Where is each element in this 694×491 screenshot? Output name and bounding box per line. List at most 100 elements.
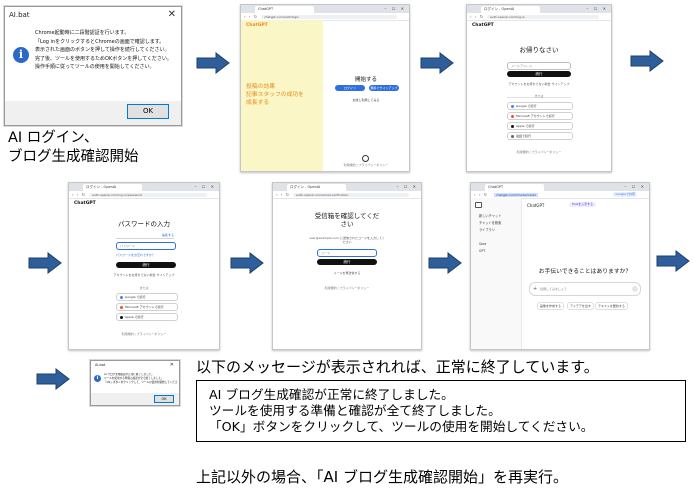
sidebar-toggle-icon[interactable] xyxy=(475,202,482,208)
apple-login-button[interactable]: Apple で続行 xyxy=(507,122,573,130)
microsoft-icon xyxy=(120,305,123,309)
signup-text[interactable]: アカウントをお持ちでない場合 サインアップ xyxy=(103,273,185,277)
chat-input[interactable]: 質問してみましょう + xyxy=(529,282,641,296)
signup-text[interactable]: アカウントをお持ちでない場合 サインアップ xyxy=(497,82,581,86)
ok-button[interactable]: OK xyxy=(127,104,169,119)
continue-button[interactable]: 続行 xyxy=(507,71,571,77)
google-login-button[interactable]: Google で続行 xyxy=(507,102,573,110)
sidebar: 新しいチャット チャットを検索 ライブラリ Sora GPT xyxy=(471,198,522,349)
footer-links[interactable]: 利用規約 | プライバシーポリシー xyxy=(467,150,611,154)
share-button[interactable]: Googleで共有 xyxy=(613,192,637,197)
page-content: ChatGPT お帰りなさい メールアドレス 続行 アカウントをお持ちでない場合… xyxy=(467,20,611,171)
browser-tabbar: ChatGPT – ☐ ✕ xyxy=(471,183,649,191)
caption-line: ブログ生成確認開始 xyxy=(8,149,139,165)
plus-icon[interactable]: + xyxy=(533,283,537,295)
provider-label: Google で続行 xyxy=(125,295,146,299)
arrow-right-icon xyxy=(36,368,70,390)
phone-login-button[interactable]: 電話で続行 xyxy=(507,132,573,140)
logo: ChatGPT xyxy=(472,23,494,28)
url-field[interactable]: auth.openai.com/log-in xyxy=(487,14,599,19)
completion-dialog: AI.bat ✕ i AI ブログ生成確認が正常に終了しました。 ツールを使用す… xyxy=(90,360,180,406)
footer-links[interactable]: 利用規約 | プライバシーポリシー xyxy=(323,163,409,167)
suggestion-chip[interactable]: アイデアを出す xyxy=(567,302,594,310)
browser-tab[interactable]: ChatGPT xyxy=(485,184,544,191)
suggestion-chip[interactable]: テキストを要約する xyxy=(595,302,628,310)
provider-label: Microsoft アカウントで続行 xyxy=(516,114,555,118)
close-icon[interactable]: ✕ xyxy=(168,7,176,23)
page-title: パスワードの入力 xyxy=(118,220,170,228)
microsoft-login-button[interactable]: Microsoft アカウントで続行 xyxy=(507,112,573,120)
dialog-body: i AI ブログ生成確認が正常に終了しました。 ツールを使用する準備と確認が全て… xyxy=(91,369,179,393)
logo: ChatGPT xyxy=(246,23,268,28)
arrow-right-icon xyxy=(230,252,264,274)
caption-line: AI ログイン、 xyxy=(8,130,99,146)
title-line: さい xyxy=(340,220,354,228)
window-controls[interactable]: – ☐ ✕ xyxy=(397,183,418,191)
verification-desc: user@example.com に送信されたコードを入力してください xyxy=(309,236,385,244)
signup-button[interactable]: 無料でサインアップ xyxy=(369,85,399,91)
provider-label: 電話で続行 xyxy=(516,134,532,138)
footer-links[interactable]: 利用規約 | プライバシーポリシー xyxy=(69,332,219,336)
rerun-instruction: 上記以外の場合、「AI ブログ生成確認開始」を再実行。 xyxy=(196,468,568,486)
nav-buttons[interactable]: ‹ › ↻ xyxy=(470,13,484,20)
apple-login-button[interactable]: Apple で続行 xyxy=(116,313,178,321)
email-field[interactable]: メールアドレス xyxy=(507,62,571,70)
model-selector[interactable]: ChatGPT xyxy=(527,203,544,208)
suggestion-chip[interactable]: 画像を作成する xyxy=(537,302,565,310)
email-display: user@example.com 編集する xyxy=(116,232,174,248)
login-button[interactable]: ログイン xyxy=(335,85,365,91)
nav-buttons[interactable]: ‹ › ↻ xyxy=(276,191,290,198)
url-field[interactable]: auth.openai.com/email-verification xyxy=(293,192,409,197)
window-controls[interactable]: – ☐ ✕ xyxy=(385,5,406,13)
provider-label: Google で続行 xyxy=(516,104,537,108)
dialog-line: 表示された画面のボタンを押して操作を続行してください。 xyxy=(35,47,170,53)
sidebar-item-sora[interactable]: Sora xyxy=(479,242,486,246)
upgrade-button[interactable]: Plusを入手する xyxy=(569,202,597,207)
ok-button[interactable]: OK xyxy=(154,395,174,403)
footer-links[interactable]: 利用規約 | プライバシーポリシー xyxy=(273,286,421,290)
browser-tab[interactable]: ログイン - OpenAI xyxy=(287,184,346,191)
arrow-right-icon xyxy=(656,250,690,272)
edit-link[interactable]: 編集する xyxy=(162,232,174,238)
browser-tab[interactable]: ChatGPT xyxy=(255,6,314,13)
send-icon[interactable] xyxy=(632,286,638,292)
window-controls[interactable]: – ☐ ✕ xyxy=(195,183,216,191)
nav-buttons[interactable]: ‹ › ↻ xyxy=(72,191,86,198)
continue-button[interactable]: 続行 xyxy=(317,259,377,265)
chatgpt-symbol-icon xyxy=(362,155,369,162)
dialog-titlebar: AI.bat ✕ xyxy=(5,7,181,23)
url-field[interactable]: auth.openai.com/log-in/password xyxy=(89,192,207,197)
arrow-right-icon xyxy=(420,52,454,74)
window-controls[interactable]: – ☐ ✕ xyxy=(625,183,646,191)
google-icon xyxy=(120,295,123,299)
email-placeholder: メールアドレス xyxy=(511,64,533,68)
apple-icon xyxy=(120,315,123,319)
password-field[interactable]: パスワード xyxy=(116,242,176,250)
sidebar-item-new-chat[interactable]: 新しいチャット xyxy=(479,213,501,218)
browser-tab[interactable]: ログイン - OpenAI xyxy=(481,6,540,13)
screenshot-chatgpt-home: ChatGPT – ☐ ✕ ‹ › ↻ chatgpt.com/?model=a… xyxy=(470,182,650,350)
url-text: chatgpt.com/?model=auto xyxy=(494,192,539,197)
sidebar-item-gpt[interactable]: GPT xyxy=(479,249,485,253)
screenshot-chatgpt-landing: ChatGPT – ☐ ✕ ‹ › ↻ chatgpt.com/auth/log… xyxy=(240,4,410,172)
window-controls[interactable]: – ☐ ✕ xyxy=(587,5,608,13)
microsoft-login-button[interactable]: Microsoft アカウントで続行 xyxy=(116,303,178,311)
continue-button[interactable]: 続行 xyxy=(116,262,176,268)
trial-link[interactable]: お試し利用してみる xyxy=(323,98,409,102)
browser-tabbar: ログイン - OpenAI – ☐ ✕ xyxy=(467,5,611,13)
start-heading: 開始する xyxy=(354,77,377,83)
phone-icon xyxy=(511,134,514,138)
resend-link[interactable]: メールを再送信する xyxy=(273,271,421,275)
code-field[interactable]: コード xyxy=(317,249,377,257)
sidebar-item-library[interactable]: ライブラリ xyxy=(479,227,495,232)
nav-buttons[interactable]: ‹ › ↻ xyxy=(244,13,258,20)
url-field[interactable]: chatgpt.com/auth/login xyxy=(261,14,397,19)
dialog-line: 「OK」ボタンをクリックして、ツールの使用を開始してください。 xyxy=(104,381,177,384)
nav-buttons[interactable]: ‹ › ↻ xyxy=(474,191,488,198)
logo: ChatGPT xyxy=(74,201,96,206)
google-login-button[interactable]: Google で続行 xyxy=(116,293,178,301)
close-icon[interactable]: ✕ xyxy=(170,361,174,369)
forgot-password-link[interactable]: パスワードをお忘れですか？ xyxy=(116,253,155,257)
browser-tab[interactable]: ログイン - OpenAI xyxy=(83,184,142,191)
sidebar-item-search[interactable]: チャットを検索 xyxy=(479,220,501,225)
